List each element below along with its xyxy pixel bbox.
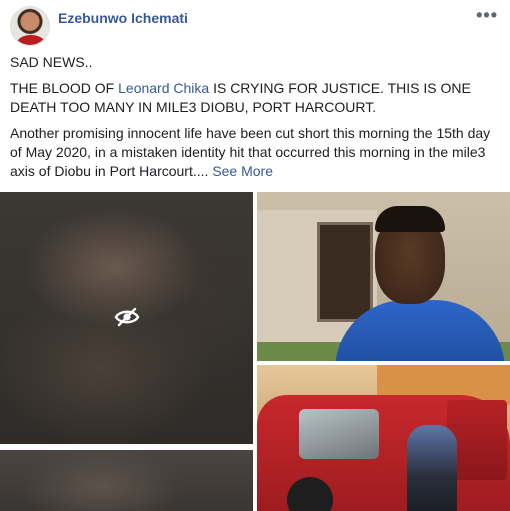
photo-window [317,222,373,322]
author-avatar[interactable] [10,6,50,46]
photo-person [407,425,457,511]
photo-broken-window [299,409,379,459]
eye-slash-icon[interactable] [114,306,140,328]
post-line-1: SAD NEWS.. [10,54,93,70]
blurred-sensitive-photo[interactable] [0,192,253,444]
post-line-3: Another promising innocent life have bee… [10,124,502,181]
post-line-2: THE BLOOD OF Leonard Chika IS CRYING FOR… [10,79,502,117]
more-options-icon[interactable]: ••• [476,6,498,24]
post-body: SAD NEWS.. THE BLOOD OF Leonard Chika IS… [10,53,502,188]
see-more-link[interactable]: See More [212,163,273,179]
tagged-person-link[interactable]: Leonard Chika [118,80,209,96]
photo-gallery [0,192,510,511]
author-name[interactable]: Ezebunwo Ichemati [58,10,188,26]
post-header: Ezebunwo Ichemati ••• [10,6,500,50]
post-line-2-pre: THE BLOOD OF [10,80,119,96]
blurred-sensitive-photo-2[interactable] [0,450,253,511]
man-portrait-photo[interactable] [257,192,510,361]
photo-hair [375,206,445,232]
damaged-red-car-photo[interactable] [257,365,510,511]
